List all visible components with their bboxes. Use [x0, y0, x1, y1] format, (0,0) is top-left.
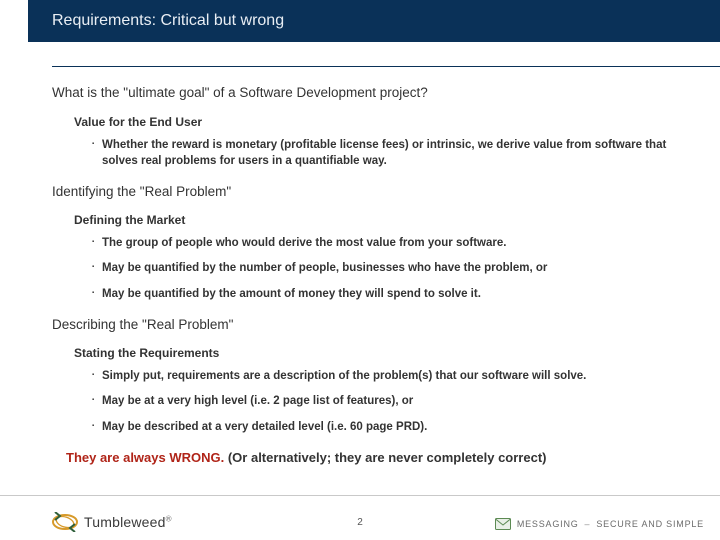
page-number: 2: [357, 517, 363, 528]
slide-footer: Tumbleweed® 2 MESSAGING – SECURE AND SIM…: [0, 495, 720, 540]
tagline-secure: SECURE AND SIMPLE: [596, 519, 704, 529]
bullet-item: The group of people who would derive the…: [92, 236, 698, 252]
slide-title: Requirements: Critical but wrong: [52, 12, 284, 30]
brand-name: Tumbleweed®: [84, 514, 172, 530]
subhead-market: Defining the Market: [74, 212, 698, 228]
slide-title-bar: Requirements: Critical but wrong: [28, 0, 720, 42]
subhead-requirements: Stating the Requirements: [74, 345, 698, 361]
bullets-value: Whether the reward is monetary (profitab…: [92, 138, 698, 169]
tagline-messaging: MESSAGING: [517, 519, 579, 529]
callout-red-text: They are always WRONG.: [66, 450, 224, 465]
bullet-item: May be described at a very detailed leve…: [92, 420, 698, 436]
callout-rest-text: (Or alternatively; they are never comple…: [224, 450, 546, 465]
bullet-item: Whether the reward is monetary (profitab…: [92, 138, 698, 169]
slide-body: What is the "ultimate goal" of a Softwar…: [52, 84, 698, 484]
bullet-item: May be at a very high level (i.e. 2 page…: [92, 394, 698, 410]
tumbleweed-icon: [52, 512, 78, 532]
callout-wrong: They are always WRONG. (Or alternatively…: [66, 449, 698, 467]
footer-tagline: MESSAGING – SECURE AND SIMPLE: [495, 518, 704, 530]
bullets-market: The group of people who would derive the…: [92, 236, 698, 303]
tagline-dash: –: [585, 519, 591, 529]
subhead-value: Value for the End User: [74, 114, 698, 130]
bullets-requirements: Simply put, requirements are a descripti…: [92, 369, 698, 436]
bullet-item: Simply put, requirements are a descripti…: [92, 369, 698, 385]
header-rule: [52, 66, 720, 67]
envelope-icon: [495, 518, 511, 530]
bullet-item: May be quantified by the amount of money…: [92, 287, 698, 303]
bullet-item: May be quantified by the number of peopl…: [92, 261, 698, 277]
section-identifying: Identifying the "Real Problem": [52, 183, 698, 201]
section-describing: Describing the "Real Problem": [52, 316, 698, 334]
brand-logo: Tumbleweed®: [52, 512, 172, 532]
question-1: What is the "ultimate goal" of a Softwar…: [52, 84, 698, 102]
